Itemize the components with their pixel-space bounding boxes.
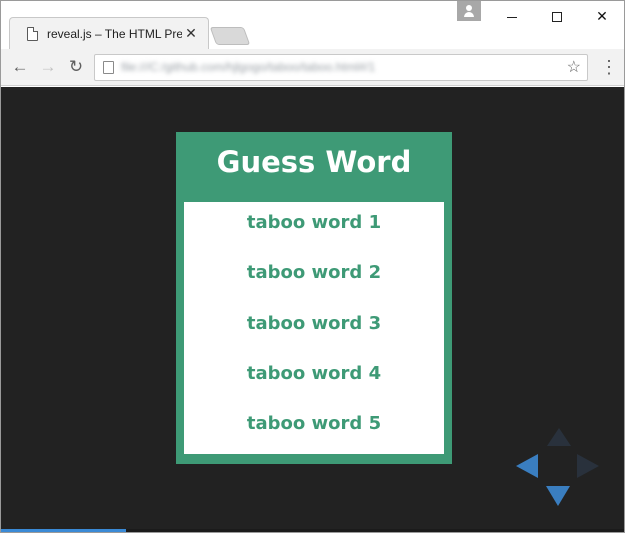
forward-button[interactable]: →	[38, 57, 58, 77]
maximize-button[interactable]	[534, 1, 580, 31]
taboo-word-2: taboo word 2	[246, 262, 382, 283]
tab-close-icon[interactable]: ✕	[184, 25, 198, 41]
nav-up-icon[interactable]	[547, 428, 571, 446]
slide-viewport: Guess Word taboo word 1 taboo word 2 tab…	[1, 87, 624, 532]
nav-right-icon[interactable]	[577, 454, 599, 478]
nav-left-icon[interactable]	[516, 454, 538, 478]
reload-button[interactable]: ↻	[66, 57, 86, 77]
maximize-icon	[552, 12, 562, 23]
taboo-word-5: taboo word 5	[246, 413, 382, 434]
back-button[interactable]: ←	[10, 57, 30, 77]
window-close-button[interactable]: ✕	[579, 1, 624, 31]
taboo-card: Guess Word taboo word 1 taboo word 2 tab…	[176, 132, 452, 464]
new-tab-button[interactable]	[209, 27, 251, 45]
minimize-button[interactable]	[489, 1, 535, 31]
menu-icon[interactable]: ⋮	[600, 57, 618, 77]
url-text[interactable]: file:///C:/github.com/hjlgogo/taboo/tabo…	[121, 60, 451, 76]
browser-window: reveal.js – The HTML Pres ✕ ✕ ← → ↻ file…	[0, 0, 625, 533]
profile-icon[interactable]	[457, 1, 481, 21]
navigation-controls	[513, 422, 603, 512]
tab-reveal[interactable]: reveal.js – The HTML Pres ✕	[9, 17, 209, 49]
star-icon[interactable]: ☆	[567, 58, 581, 78]
file-icon	[103, 61, 114, 74]
taboo-word-list: taboo word 1 taboo word 2 taboo word 3 t…	[184, 202, 444, 454]
tab-title: reveal.js – The HTML Pres	[47, 27, 182, 41]
browser-toolbar: ← → ↻ file:///C:/github.com/hjlgogo/tabo…	[1, 49, 624, 86]
taboo-word-1: taboo word 1	[246, 212, 382, 233]
progress-bar	[1, 529, 624, 532]
nav-down-icon[interactable]	[546, 486, 570, 506]
page-icon	[27, 27, 38, 41]
address-bar[interactable]: file:///C:/github.com/hjlgogo/taboo/tabo…	[94, 54, 588, 81]
taboo-word-4: taboo word 4	[246, 363, 382, 384]
guess-word-title: Guess Word	[216, 145, 412, 179]
taboo-word-3: taboo word 3	[246, 313, 382, 334]
progress-fill	[1, 529, 126, 532]
title-bar: reveal.js – The HTML Pres ✕ ✕	[1, 1, 624, 49]
minimize-icon	[507, 16, 517, 18]
